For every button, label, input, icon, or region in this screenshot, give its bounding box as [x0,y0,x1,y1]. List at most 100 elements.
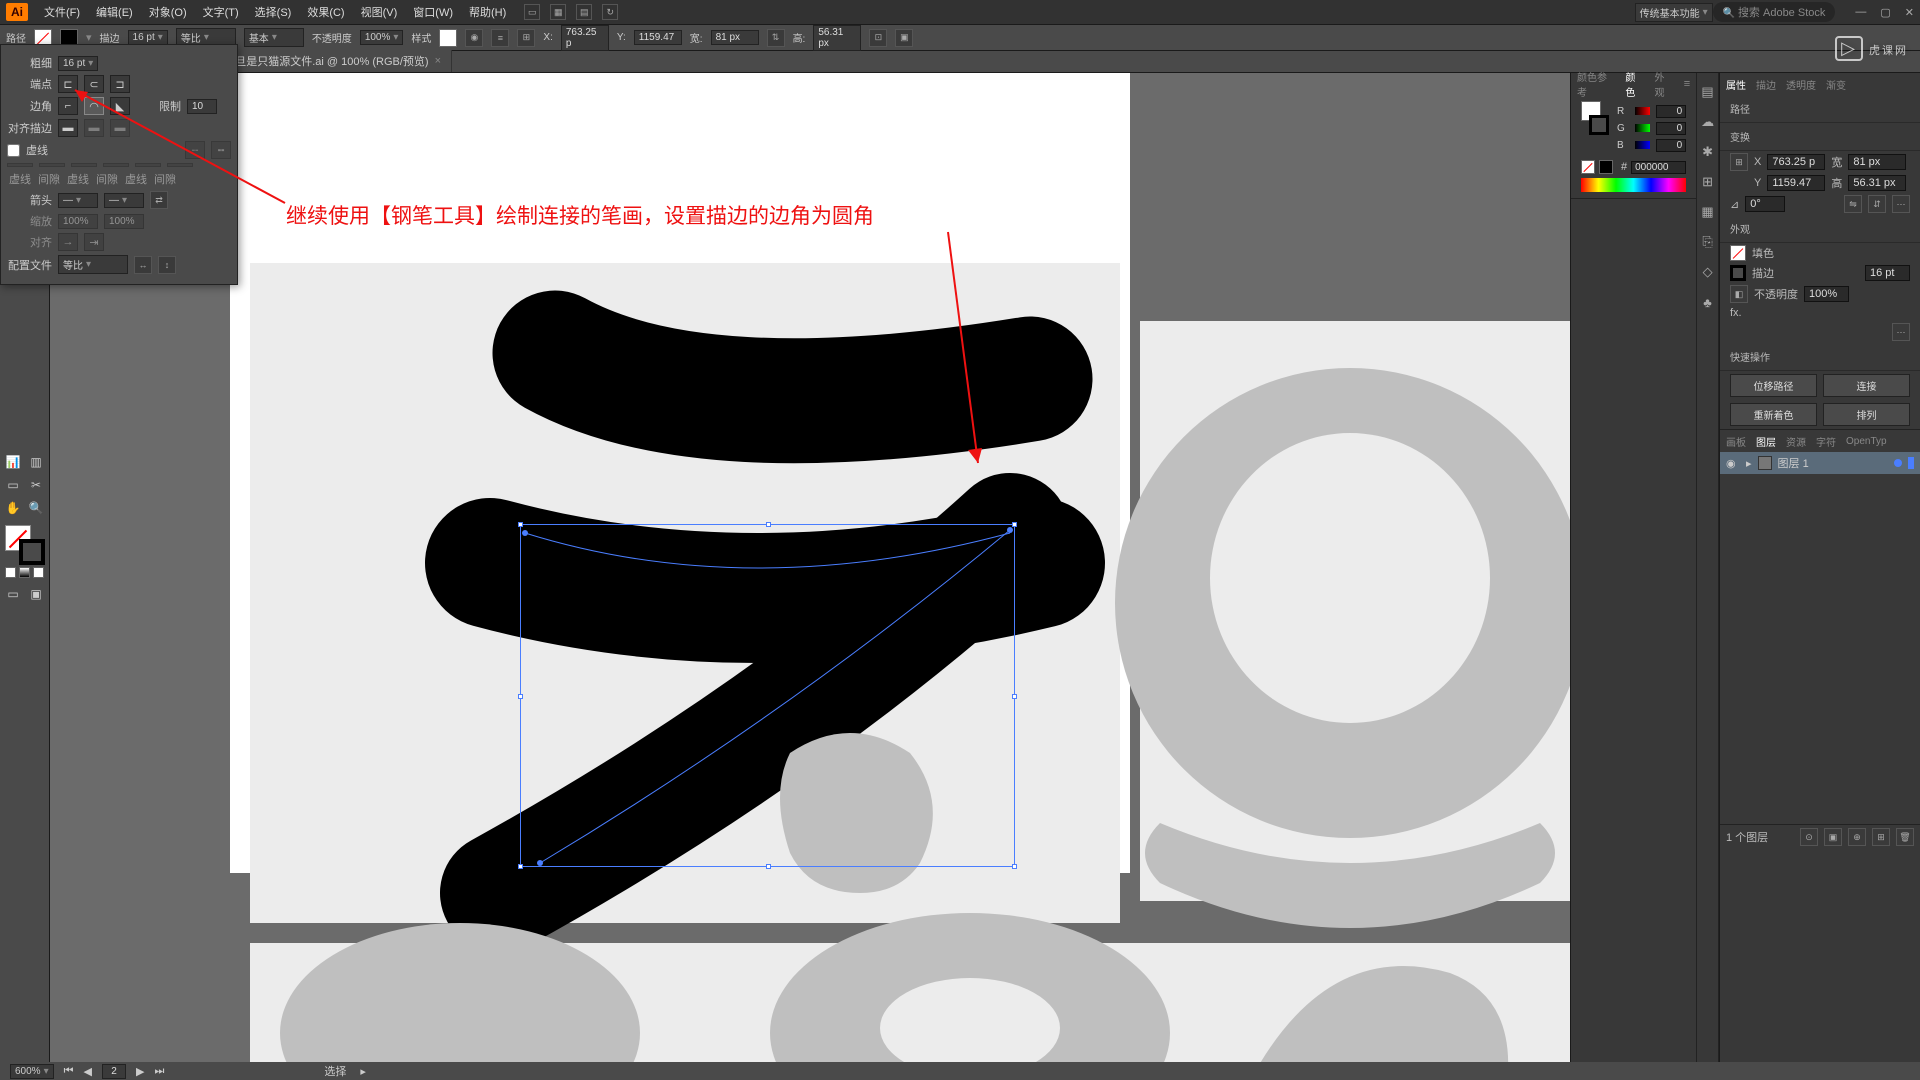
opacity-input[interactable]: 100% [360,30,404,45]
menu-type[interactable]: 文字(T) [195,4,247,20]
menu-select[interactable]: 选择(S) [247,4,300,20]
style-swatch[interactable] [439,29,457,47]
libraries-icon[interactable]: ☁ [1699,113,1717,131]
tab-properties[interactable]: 属性 [1726,77,1746,92]
isolate-icon[interactable]: ▣ [895,29,913,47]
b-input[interactable]: 0 [1656,139,1686,152]
flip-h-icon[interactable]: ⇋ [1844,195,1862,213]
view-mode-icon[interactable]: ▭ [524,4,540,20]
search-box[interactable]: 🔍 搜索 Adobe Stock [1713,2,1836,22]
cloud-icon[interactable]: ↻ [602,4,618,20]
gradient-mode-icon[interactable] [19,567,30,578]
prop-h-input[interactable]: 56.31 px [1848,175,1906,191]
menu-object[interactable]: 对象(O) [141,4,195,20]
properties-icon[interactable]: ▤ [1699,83,1717,101]
new-sublayer-icon[interactable]: ⊕ [1848,828,1866,846]
swatches-icon[interactable]: ▦ [1699,203,1717,221]
tab-layers[interactable]: 图层 [1756,434,1776,449]
join-button[interactable]: 连接 [1823,374,1910,397]
close-tab-icon[interactable]: × [435,55,441,67]
menu-help[interactable]: 帮助(H) [461,4,514,20]
symbols-icon[interactable]: ⊞ [1699,173,1717,191]
menu-effect[interactable]: 效果(C) [299,4,352,20]
profile-dropdown[interactable]: 等比 [58,255,128,274]
tab-stroke[interactable]: 描边 [1756,77,1776,92]
prop-stroke-weight[interactable]: 16 pt [1865,265,1910,281]
screen-mode-normal[interactable]: ▭ [2,582,25,605]
dashed-checkbox[interactable] [7,144,20,157]
fill-stroke-control[interactable] [5,525,45,565]
panel-menu-icon[interactable]: ≡ [1684,78,1690,90]
fx-label[interactable]: fx. [1730,307,1742,319]
r-input[interactable]: 0 [1656,105,1686,118]
menu-window[interactable]: 窗口(W) [405,4,461,20]
offset-path-button[interactable]: 位移路径 [1730,374,1817,397]
recolor-button[interactable]: 重新着色 [1730,403,1817,426]
zoom-dropdown[interactable]: 600% [10,1064,54,1079]
nav-next-icon[interactable]: ▶ [136,1065,144,1078]
doc-tab-2[interactable]: 元旦是只猫源文件.ai @ 100% (RGB/预览)× [214,50,452,72]
hand-tool[interactable]: ✋ [2,496,25,519]
more-options-icon[interactable]: ⋯ [1892,195,1910,213]
visibility-icon[interactable]: ◉ [1726,457,1740,470]
tab-character[interactable]: 字符 [1816,434,1836,449]
menu-view[interactable]: 视图(V) [353,4,406,20]
stroke-box[interactable] [19,539,45,565]
color-mode-icon[interactable] [5,567,16,578]
brush-def-dropdown[interactable]: 基本 [244,28,304,47]
prop-opacity-input[interactable]: 100% [1804,286,1849,302]
align-icon[interactable]: ≡ [491,29,509,47]
flip-v-icon[interactable]: ⇵ [1868,195,1886,213]
prop-w-input[interactable]: 81 px [1848,154,1906,170]
prop-fill-swatch[interactable] [1730,245,1746,261]
tab-gradient[interactable]: 渐变 [1826,77,1846,92]
artboard-tool[interactable]: ▭ [2,473,25,496]
arrange-icon[interactable]: ▦ [550,4,566,20]
anchor-grid-icon[interactable]: ⊞ [1730,153,1748,171]
arrange-button[interactable]: 排列 [1823,403,1910,426]
prop-stroke-swatch[interactable] [1730,265,1746,281]
tab-artboards[interactable]: 画板 [1726,434,1746,449]
minimize-icon[interactable]: — [1855,6,1866,19]
none-mode-icon[interactable] [33,567,44,578]
zoom-tool[interactable]: 🔍 [25,496,48,519]
recolor-icon[interactable]: ◉ [465,29,483,47]
expand-icon[interactable]: ▸ [1746,457,1752,470]
prop-x-input[interactable]: 763.25 p [1767,154,1825,170]
maximize-icon[interactable]: ▢ [1880,6,1890,19]
link-wh-icon[interactable]: ⇅ [767,29,785,47]
tab-color[interactable]: 颜色 [1625,69,1644,99]
brushes-icon[interactable]: ✱ [1699,143,1717,161]
g-input[interactable]: 0 [1656,122,1686,135]
stroke-weight-input[interactable]: 16 pt [128,30,168,45]
close-icon[interactable]: ✕ [1905,6,1914,19]
stroke-weight-field[interactable]: 16 pt [58,56,98,71]
more-options-icon[interactable]: ⋯ [1892,323,1910,341]
delete-layer-icon[interactable]: 🗑 [1896,828,1914,846]
screen-mode-full[interactable]: ▣ [25,582,48,605]
bar-graph-tool[interactable]: ▥ [25,450,48,473]
grid-icon[interactable]: ▤ [576,4,592,20]
prop-y-input[interactable]: 1159.47 [1767,175,1825,191]
rotation-input[interactable]: 0° [1745,196,1785,212]
column-graph-tool[interactable]: 📊 [2,450,25,473]
spectrum-bar[interactable] [1581,178,1686,192]
stroke-icon[interactable]: ◇ [1699,263,1717,281]
links-icon[interactable]: ⎘ [1699,233,1717,251]
w-input[interactable]: 81 px [711,30,759,45]
y-input[interactable]: 1159.47 [634,30,682,45]
tab-opentype[interactable]: OpenTyp [1846,436,1887,447]
hex-input[interactable]: 000000 [1631,161,1686,174]
flip-along-icon[interactable]: ↔ [134,256,152,274]
nav-prev-icon[interactable]: ◀ [84,1065,92,1078]
slice-tool[interactable]: ✂ [25,473,48,496]
workspace-dropdown[interactable]: 传统基本功能 [1635,3,1713,22]
none-swatch[interactable] [1581,160,1595,174]
target-icon[interactable] [1894,459,1902,467]
clubs-icon[interactable]: ♣ [1699,293,1717,311]
nav-first-icon[interactable]: ⏮ [64,1065,74,1078]
h-input[interactable]: 56.31 px [813,25,861,51]
opacity-icon[interactable]: ◧ [1730,285,1748,303]
selection-bbox[interactable] [520,524,1015,867]
locate-icon[interactable]: ⊙ [1800,828,1818,846]
